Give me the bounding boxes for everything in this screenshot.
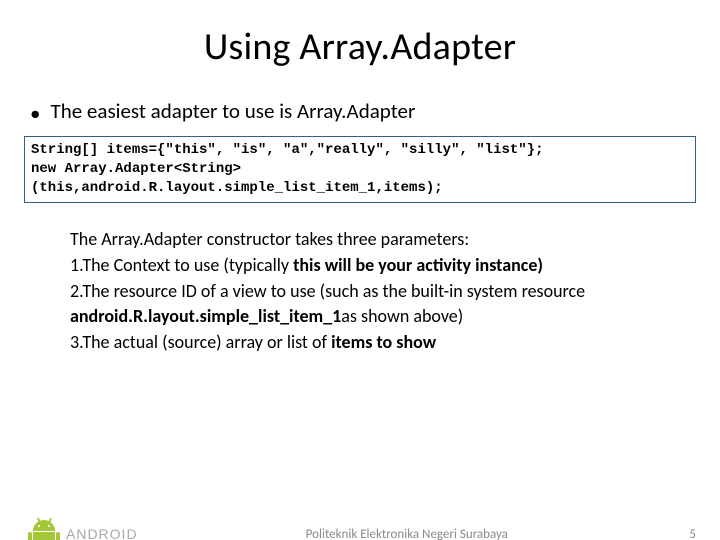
footer-institution: Politeknik Elektronika Negeri Surabaya — [138, 527, 676, 540]
body-line-3: 3.The actual (source) array or list of i… — [70, 330, 664, 354]
body-2a: 2.The resource ID of a view to use (such… — [70, 280, 585, 302]
body-1b: this will be your activity instance) — [293, 254, 543, 276]
footer: android Politeknik Elektronika Negeri Su… — [0, 518, 720, 540]
page-number: 5 — [676, 527, 696, 540]
body-3a: 3.The actual (source) array or list of — [70, 331, 331, 353]
slide: Using Array.Adapter • The easiest adapte… — [0, 24, 720, 540]
slide-title: Using Array.Adapter — [0, 24, 720, 70]
body-2c: as shown above) — [341, 305, 463, 327]
bullet-item: • The easiest adapter to use is Array.Ad… — [0, 98, 720, 126]
body-1a: 1.The Context to use (typically — [70, 254, 293, 276]
body-line-2: 2.The resource ID of a view to use (such… — [70, 279, 664, 328]
body-text: The Array.Adapter constructor takes thre… — [70, 227, 664, 354]
robot-icon — [30, 518, 58, 540]
body-2b: android.R.layout.simple_list_item_1 — [70, 305, 341, 327]
android-wordmark: android — [66, 526, 138, 540]
body-3b: items to show — [331, 331, 436, 353]
bullet-marker: • — [30, 100, 40, 126]
bullet-text: The easiest adapter to use is Array.Adap… — [50, 98, 415, 124]
body-line-1: 1.The Context to use (typically this wil… — [70, 253, 664, 277]
body-intro: The Array.Adapter constructor takes thre… — [70, 227, 664, 251]
code-block: String[] items={"this", "is", "a","reall… — [24, 136, 696, 203]
android-logo: android — [24, 518, 138, 540]
